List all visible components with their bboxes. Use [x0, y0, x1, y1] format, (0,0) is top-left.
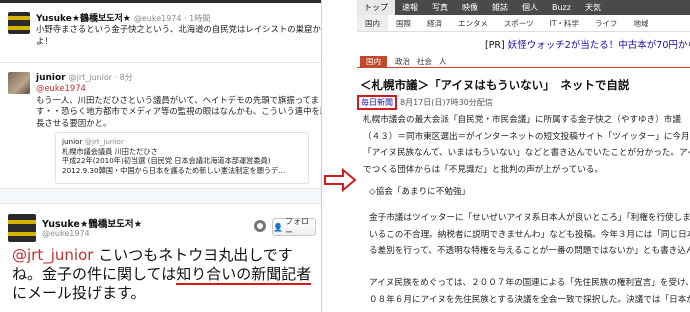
tweet-handle[interactable]: @jrt_junior · 8分 [69, 73, 133, 82]
avatar[interactable] [8, 12, 30, 34]
article-body: 札幌市議会の最大会派「自民党・市民会議」に所属する金子快之（やすゆき）市議 （４… [363, 115, 690, 175]
nav-photo[interactable]: 写真 [425, 0, 455, 15]
source-tag[interactable]: 毎日新聞 [357, 95, 397, 110]
subnav-economy[interactable]: 経済 [419, 15, 450, 31]
category-politics[interactable]: 政治 [395, 56, 410, 67]
subnav-region[interactable]: 地域 [625, 15, 656, 31]
nav-magazine[interactable]: 雑誌 [485, 0, 515, 15]
sub-nav: 国内 国際 経済 エンタメ スポーツ IT・科学 ライフ 地域 [357, 15, 690, 32]
main-nav: トップ 速報 写真 映像 雑誌 個人 Buzz 天気 [357, 0, 690, 15]
nav-video[interactable]: 映像 [455, 0, 485, 15]
divider [0, 62, 321, 63]
twitter-panel: Yusuke★鶴橋보도저★ @euke1974 · 1時間 小野寺まさるという金子… [0, 0, 322, 312]
subnav-life[interactable]: ライフ [587, 15, 626, 31]
subnav-domestic[interactable]: 国内 [357, 15, 388, 31]
avatar[interactable] [8, 214, 36, 242]
quote-line: 2012.9.30韓国・中国から日本を護るため新しい憲法制定を願うデ... [62, 165, 286, 175]
mention-link[interactable]: @jrt_junior [12, 246, 93, 264]
tweet-handle[interactable]: @euke1974 [42, 229, 90, 238]
nav-personal[interactable]: 個人 [515, 0, 545, 15]
article-subheading: ◇協会「あまりに不勉強」 [369, 187, 471, 197]
nav-top[interactable]: トップ [357, 0, 395, 15]
quote-handle: @jrt_junior [84, 137, 124, 146]
red-arrow-icon [324, 168, 357, 192]
category-bar: 国内 政治 社会 人 [357, 55, 690, 68]
tweet-body: @euke1974 もう一人、川田ただひさという議員がいて、ヘイトデモの先頭で旗… [36, 83, 321, 129]
avatar[interactable] [8, 72, 30, 94]
subnav-it-science[interactable]: IT・科学 [542, 15, 587, 31]
tweet-handle[interactable]: @euke1974 · 1時間 [134, 14, 210, 23]
article-body: アイヌ民族をめぐっては、２００７年の国連による「先住民族の権利宣言」を受け、国会… [369, 278, 690, 305]
nav-weather[interactable]: 天気 [578, 0, 608, 15]
category-domestic[interactable]: 国内 [360, 55, 387, 68]
ad-banner[interactable]: [PR]妖怪ウォッチ2が当たる！中古本が70円から！ブック [357, 37, 690, 51]
tweet-text: @jrt_junior こいつもネトウヨ丸出しです ね。金子の件に関しては知り合… [12, 246, 312, 302]
news-panel: トップ 速報 写真 映像 雑誌 個人 Buzz 天気 国内 国際 経済 エンタメ… [357, 0, 690, 312]
divider [0, 188, 321, 204]
reply-mention[interactable]: @euke1974 [36, 83, 321, 95]
tweet-author-name[interactable]: Yusuke★鶴橋보도저★ [42, 216, 142, 230]
ad-pr-label: [PR] [485, 40, 505, 51]
category-society[interactable]: 社会 [417, 56, 432, 67]
subnav-sports[interactable]: スポーツ [496, 15, 542, 31]
subnav-international[interactable]: 国際 [388, 15, 419, 31]
tweet-body: 小野寺まさるという金子快之という、北海道の自民党はレイシストの巣窟か よ！ [36, 24, 321, 46]
ad-link[interactable]: 妖怪ウォッチ2が当たる！中古本が70円から！ブック [508, 40, 690, 51]
article-date: 8月17日(日)7時30分配信 [400, 98, 493, 107]
article-headline: ＜札幌市議＞「アイヌはもういない」 ネットで自説 [360, 78, 630, 92]
follow-icon: 👤 [273, 222, 283, 232]
subnav-entertainment[interactable]: エンタメ [450, 15, 496, 31]
screen: Yusuke★鶴橋보도저★ @euke1974 · 1時間 小野寺まさるという金子… [0, 0, 690, 312]
category-people[interactable]: 人 [439, 56, 447, 67]
highlight-underline: 知り合いの新聞記者 [176, 265, 312, 285]
gear-icon[interactable] [254, 220, 266, 232]
nav-buzz[interactable]: Buzz [545, 0, 578, 15]
article-body: 金子市議はツイッターに「せいぜいアイヌ系日本人が良いところ」「利権を行使しまくっ… [369, 213, 690, 256]
quote-line: 札幌市議会議員 川田ただひさ [62, 146, 158, 156]
tweet-author-name[interactable]: junior [36, 73, 66, 83]
nav-breaking[interactable]: 速報 [395, 0, 425, 15]
quoted-tweet[interactable]: junior @jrt_junior 札幌市議会議員 川田ただひさ 平成22年(… [55, 132, 309, 184]
window-topbar [0, 0, 321, 3]
quote-author: junior [62, 137, 83, 146]
follow-button[interactable]: 👤 フォロー [272, 217, 316, 237]
tweet-author-name[interactable]: Yusuke★鶴橋보도저★ [36, 14, 131, 24]
quote-line: 平成22年(2010年)初当選 (自民党 日本会議北海道本部運営委員) [62, 156, 271, 165]
article-source: 毎日新聞 8月17日(日)7時30分配信 [357, 95, 493, 110]
